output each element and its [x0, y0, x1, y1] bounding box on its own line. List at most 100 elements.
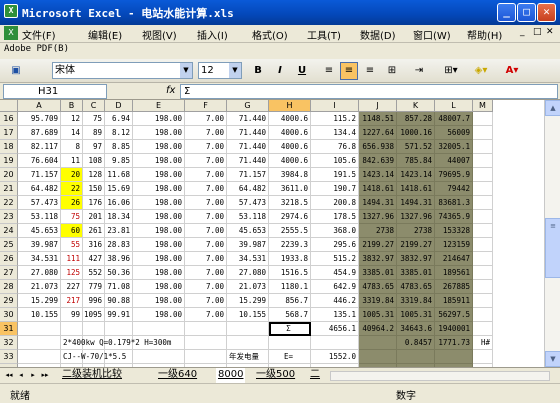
scroll-up-button[interactable]: ▲ [545, 100, 560, 116]
cell-l22[interactable]: 83681.3 [435, 196, 473, 210]
cell-a19[interactable]: 76.604 [18, 154, 61, 168]
cell-j16[interactable]: 1148.51 [359, 112, 397, 126]
cell-a29[interactable]: 15.299 [18, 294, 61, 308]
cell-l25[interactable]: 123159 [435, 238, 473, 252]
cell-c23[interactable]: 201 [83, 210, 105, 224]
fill-color-icon[interactable]: ◈▾ [470, 62, 492, 80]
prev-sheet-button[interactable]: ◂ [16, 370, 26, 381]
cell-i28[interactable]: 642.9 [311, 280, 359, 294]
font-size-combo[interactable]: 12 ▼ [198, 62, 242, 79]
cell-i32[interactable] [311, 336, 359, 350]
cell-l21[interactable]: 79442 [435, 182, 473, 196]
cell-a21[interactable]: 64.482 [18, 182, 61, 196]
align-center-icon[interactable]: ≡ [340, 62, 358, 80]
font-name-combo[interactable]: 宋体 ▼ [52, 62, 193, 79]
cell-e23[interactable]: 198.00 [133, 210, 185, 224]
menu-window[interactable]: 窗口(W) [413, 27, 451, 42]
cell-f16[interactable]: 7.00 [185, 112, 227, 126]
cell-a18[interactable]: 82.117 [18, 140, 61, 154]
cell-b18[interactable]: 8 [61, 140, 83, 154]
cell-g33[interactable]: 年发电量 [227, 350, 269, 364]
borders-icon[interactable]: ⊞▾ [440, 62, 462, 80]
row-header[interactable]: 20 [0, 168, 18, 182]
cell-f31[interactable] [185, 322, 227, 336]
cell-j23[interactable]: 1327.96 [359, 210, 397, 224]
cell-j27[interactable]: 3385.01 [359, 266, 397, 280]
cell-l24[interactable]: 153328 [435, 224, 473, 238]
cell-a20[interactable]: 71.157 [18, 168, 61, 182]
cell-l19[interactable]: 44007 [435, 154, 473, 168]
last-sheet-button[interactable]: ▸▸ [40, 370, 50, 381]
cell-g18[interactable]: 71.440 [227, 140, 269, 154]
cell-m19[interactable] [473, 154, 493, 168]
cell-k23[interactable]: 1327.96 [397, 210, 435, 224]
cell-d31[interactable] [105, 322, 133, 336]
cell-e31[interactable] [133, 322, 185, 336]
cell-f20[interactable]: 7.00 [185, 168, 227, 182]
cell-k30[interactable]: 1005.31 [397, 308, 435, 322]
sheet-tab[interactable]: 二 [310, 368, 320, 383]
cell-g22[interactable]: 57.473 [227, 196, 269, 210]
menu-edit[interactable]: 编辑(E) [88, 27, 122, 42]
cell-d26[interactable]: 38.96 [105, 252, 133, 266]
chevron-down-icon[interactable]: ▼ [229, 63, 241, 78]
cell-m33[interactable] [473, 350, 493, 364]
column-header-c[interactable]: C [83, 100, 105, 112]
cell-e33[interactable] [133, 350, 185, 364]
column-header-l[interactable]: L [435, 100, 473, 112]
cell-c22[interactable]: 176 [83, 196, 105, 210]
cell-g32[interactable] [227, 336, 269, 350]
cell-c19[interactable]: 108 [83, 154, 105, 168]
cell-l26[interactable]: 214647 [435, 252, 473, 266]
cell-g16[interactable]: 71.440 [227, 112, 269, 126]
cell-h20[interactable]: 3984.8 [269, 168, 311, 182]
cell-a25[interactable]: 39.987 [18, 238, 61, 252]
cell-c20[interactable]: 128 [83, 168, 105, 182]
row-header[interactable]: 26 [0, 252, 18, 266]
cell-c17[interactable]: 89 [83, 126, 105, 140]
row-header[interactable]: 29 [0, 294, 18, 308]
cell-a24[interactable]: 45.653 [18, 224, 61, 238]
cell-k33[interactable] [397, 350, 435, 364]
cell-h17[interactable]: 4000.6 [269, 126, 311, 140]
cell-j25[interactable]: 2199.27 [359, 238, 397, 252]
cell-b22[interactable]: 26 [61, 196, 83, 210]
cell-e20[interactable]: 198.00 [133, 168, 185, 182]
row-header[interactable]: 30 [0, 308, 18, 322]
cell-c21[interactable]: 150 [83, 182, 105, 196]
cell-i33[interactable]: 1552.0 [311, 350, 359, 364]
cell-d28[interactable]: 71.08 [105, 280, 133, 294]
cell-e22[interactable]: 198.00 [133, 196, 185, 210]
scroll-thumb[interactable]: ≡ [545, 218, 560, 278]
cell-f26[interactable]: 7.00 [185, 252, 227, 266]
cell-b20[interactable]: 20 [61, 168, 83, 182]
cell-f18[interactable]: 7.00 [185, 140, 227, 154]
cell-i23[interactable]: 178.5 [311, 210, 359, 224]
cell-k20[interactable]: 1423.14 [397, 168, 435, 182]
menu-format[interactable]: 格式(O) [252, 27, 288, 42]
cell-d20[interactable]: 11.68 [105, 168, 133, 182]
cell-j28[interactable]: 4783.65 [359, 280, 397, 294]
cell-c24[interactable]: 261 [83, 224, 105, 238]
cell-k26[interactable]: 3832.97 [397, 252, 435, 266]
column-header-e[interactable]: E [133, 100, 185, 112]
cell-l32[interactable]: 1771.73 [435, 336, 473, 350]
row-header[interactable]: 23 [0, 210, 18, 224]
cell-k25[interactable]: 2199.27 [397, 238, 435, 252]
cell-e21[interactable]: 198.00 [133, 182, 185, 196]
cell-j24[interactable]: 2738 [359, 224, 397, 238]
indent-icon[interactable]: ⇥ [410, 62, 428, 80]
vertical-scrollbar[interactable]: ▲ ≡ ▼ [544, 100, 560, 367]
cell-k16[interactable]: 857.28 [397, 112, 435, 126]
cell-f28[interactable]: 7.00 [185, 280, 227, 294]
cell-g30[interactable]: 10.155 [227, 308, 269, 322]
cell-h32[interactable] [269, 336, 311, 350]
cell-h22[interactable]: 3218.5 [269, 196, 311, 210]
cell-d30[interactable]: 99.91 [105, 308, 133, 322]
menu-view[interactable]: 视图(V) [142, 27, 177, 42]
cell-b16[interactable]: 12 [61, 112, 83, 126]
cell-e19[interactable]: 198.00 [133, 154, 185, 168]
cell-m22[interactable] [473, 196, 493, 210]
cell-l28[interactable]: 267885 [435, 280, 473, 294]
cell-j26[interactable]: 3832.97 [359, 252, 397, 266]
